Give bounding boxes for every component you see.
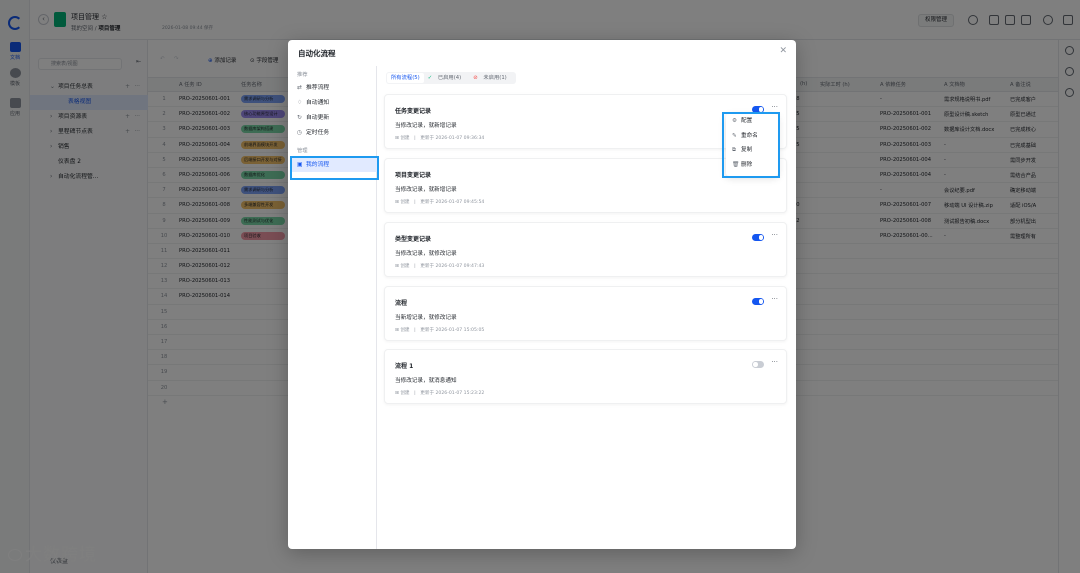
flow-updated: 更新于 2026-01-07 09:47:43 <box>420 264 485 269</box>
flow-updated: 更新于 2026-01-07 15:05:05 <box>420 328 485 333</box>
flow-meta: ⊞ 创建 | 更新于 2026-01-07 15:23:22 <box>395 391 485 396</box>
check-icon: ✓ <box>427 75 434 81</box>
flow-creator: 创建 <box>400 200 410 205</box>
menu-item-rename[interactable]: ✎ 重命名 <box>726 130 778 144</box>
flow-title: 项目变更记录 <box>395 172 432 179</box>
flow-toggle[interactable] <box>752 361 764 368</box>
flow-meta: ⊞ 创建 | 更新于 2026-01-07 15:05:05 <box>395 328 485 333</box>
flow-creator: 创建 <box>400 391 410 396</box>
flow-description: 当修改记录，就消息通知 <box>395 378 457 384</box>
flow-filter-tabs: 所有流程(5) ✓ 已启用(4) ⊘ 未启用(1) <box>386 72 516 84</box>
flow-toggle[interactable] <box>752 234 764 241</box>
close-icon[interactable]: ✕ <box>779 46 787 56</box>
nav-item-recommended[interactable]: ⇄ 推荐流程 <box>297 83 329 94</box>
filter-enabled[interactable]: ✓ 已启用(4) <box>424 73 470 83</box>
nav-section-recommend: 推荐 <box>297 72 308 78</box>
flow-icon: ⇄ <box>297 85 302 91</box>
flow-title: 流程 1 <box>395 363 414 370</box>
automation-modal: 自动化流程 ✕ 推荐 ⇄ 推荐流程 ♢ 自动通知 ↻ 自动更新 ◷ 定时任务 管理 ▣ 我… <box>288 40 796 549</box>
copy-icon: ⧉ <box>732 147 736 153</box>
filter-disabled[interactable]: ⊘ 未启用(1) <box>469 73 515 83</box>
more-icon[interactable]: ··· <box>771 103 778 111</box>
more-icon[interactable]: ··· <box>771 231 778 239</box>
nav-item-notify[interactable]: ♢ 自动通知 <box>297 98 329 109</box>
flow-description: 当修改记录，就新增记录 <box>395 123 457 129</box>
flow-meta: ⊞ 创建 | 更新于 2026-01-07 09:45:54 <box>395 200 485 205</box>
trash-icon: 🗑 <box>732 161 740 168</box>
flow-title: 任务变更记录 <box>395 108 432 115</box>
flow-toggle[interactable] <box>752 106 764 113</box>
flow-context-menu: ⚙ 配置 ✎ 重命名 ⧉ 复制 🗑 删除 <box>726 114 778 176</box>
flow-creator: 创建 <box>400 136 410 141</box>
nav-item-update[interactable]: ↻ 自动更新 <box>297 113 329 124</box>
nav-item-my-flows[interactable]: ▣ 我的流程 <box>291 158 377 172</box>
flow-card[interactable]: 流程 ··· 当新增记录，就修改记录 ⊞ 创建 | 更新于 2026-01-07 15… <box>384 286 787 341</box>
flow-card[interactable]: 类型变更记录 ··· 当修改记录，就修改记录 ⊞ 创建 | 更新于 2026-01-0… <box>384 222 787 277</box>
flow-description: 当修改记录，就修改记录 <box>395 251 457 257</box>
pencil-icon: ✎ <box>732 132 737 139</box>
bell-icon: ♢ <box>297 100 303 106</box>
gear-icon: ⚙ <box>732 118 738 124</box>
modal-title: 自动化流程 <box>298 49 336 58</box>
flow-updated: 更新于 2026-01-07 09:45:54 <box>420 200 485 205</box>
my-flows-icon: ▣ <box>297 162 303 168</box>
flow-creator: 创建 <box>400 264 410 269</box>
flow-description: 当新增记录，就修改记录 <box>395 315 457 321</box>
menu-item-copy[interactable]: ⧉ 复制 <box>726 144 778 158</box>
flow-creator: 创建 <box>400 328 410 333</box>
flow-card[interactable]: 流程 1 ··· 当修改记录，就消息通知 ⊞ 创建 | 更新于 2026-01-07 … <box>384 349 787 404</box>
more-icon[interactable]: ··· <box>771 295 778 303</box>
flow-title: 类型变更记录 <box>395 236 432 243</box>
flow-toggle[interactable] <box>752 298 764 305</box>
flow-title: 流程 <box>395 300 408 307</box>
flow-description: 当修改记录，就新增记录 <box>395 187 457 193</box>
refresh-icon: ↻ <box>297 115 302 121</box>
nav-section-manage: 管理 <box>297 148 308 154</box>
modal-nav: 推荐 ⇄ 推荐流程 ♢ 自动通知 ↻ 自动更新 ◷ 定时任务 管理 ▣ 我的流程 <box>288 66 377 549</box>
flow-updated: 更新于 2026-01-07 09:36:34 <box>420 136 485 141</box>
flow-updated: 更新于 2026-01-07 15:23:22 <box>420 391 485 396</box>
clock-icon: ◷ <box>297 130 303 136</box>
flow-meta: ⊞ 创建 | 更新于 2026-01-07 09:36:34 <box>395 136 485 141</box>
more-icon[interactable]: ··· <box>771 358 778 366</box>
menu-item-configure[interactable]: ⚙ 配置 <box>726 115 778 129</box>
nav-item-scheduled[interactable]: ◷ 定时任务 <box>297 128 329 139</box>
menu-item-delete[interactable]: 🗑 删除 <box>726 159 778 173</box>
flow-meta: ⊞ 创建 | 更新于 2026-01-07 09:47:43 <box>395 264 485 269</box>
filter-all[interactable]: 所有流程(5) <box>387 73 424 83</box>
